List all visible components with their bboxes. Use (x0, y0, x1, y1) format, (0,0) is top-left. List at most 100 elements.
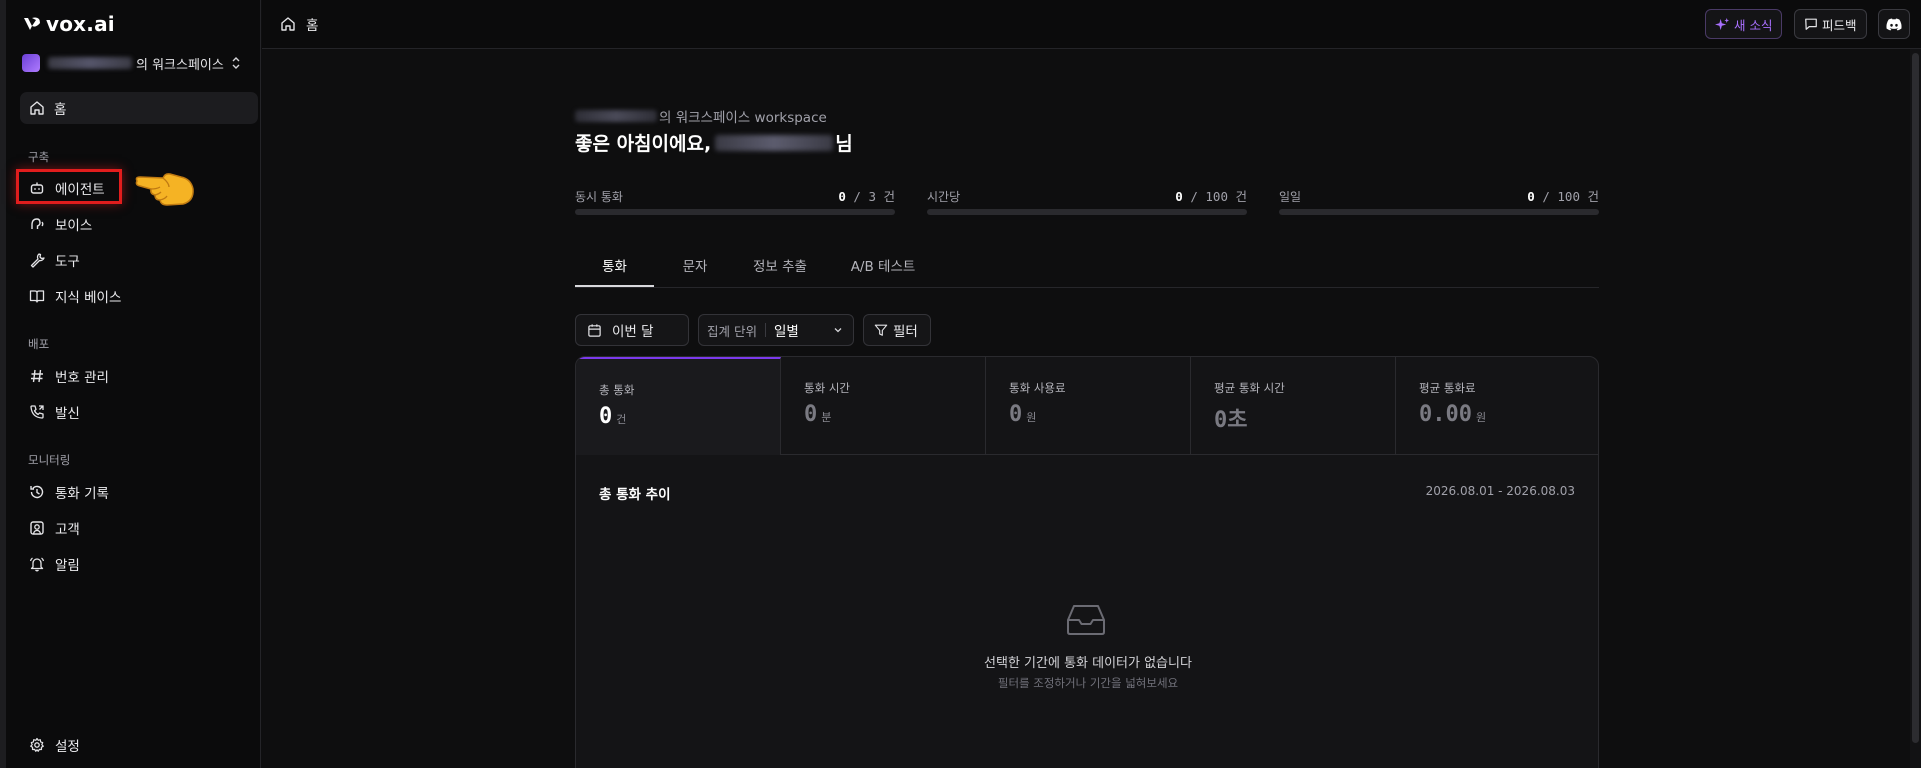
sidebar-item-voice[interactable]: 보이스 (20, 209, 258, 239)
call-metrics-card: 총 통화 0건 통화 시간 0분 통화 사용료 0원 평균 통화 시간 0초 평… (575, 356, 1599, 768)
metric-call-time[interactable]: 통화 시간 0분 (781, 357, 986, 455)
tab-extraction[interactable]: 정보 추출 (745, 255, 815, 275)
limit-daily: 일일 0 / 100 건 (1279, 186, 1599, 215)
limit-label: 동시 통화 (575, 190, 623, 204)
sidebar: vox.ai 의 워크스페이스 홈 구축 에이전트 보이스 도구 지식 베이스 … (6, 0, 261, 768)
logo[interactable]: vox.ai (22, 12, 115, 36)
metric-avg-call-fee[interactable]: 평균 통화료 0.00 원 (1396, 357, 1598, 455)
filter-icon (874, 324, 888, 336)
workspace-switcher[interactable]: 의 워크스페이스 (16, 50, 248, 76)
sidebar-item-label: 에이전트 (55, 182, 105, 198)
filter-button[interactable]: 필터 (863, 314, 931, 346)
workspace-suffix: 의 워크스페이스 (136, 57, 224, 73)
trend-date-range: 2026.08.01 - 2026.08.03 (1425, 484, 1575, 498)
breadcrumb-home[interactable]: 홈 (306, 14, 318, 34)
sidebar-item-label: 발신 (55, 406, 80, 422)
bell-icon (29, 557, 45, 572)
sidebar-item-label: 번호 관리 (55, 370, 109, 386)
sidebar-item-label: 알림 (55, 558, 80, 574)
voice-icon (31, 218, 44, 229)
home-icon (30, 101, 44, 115)
top-bar: 홈 새 소식 피드백 (262, 0, 1921, 49)
section-title-monitoring: 모니터링 (28, 453, 71, 467)
pointing-hand-icon (135, 173, 194, 206)
divider (764, 323, 766, 337)
limit-value: 0 / 100 건 (1175, 189, 1247, 204)
sidebar-item-alerts[interactable]: 알림 (20, 549, 258, 579)
usage-limits: 동시 통화 0 / 3 건 시간당 0 / 100 건 일일 0 / 100 건 (575, 186, 1599, 216)
user-name-redacted (715, 134, 834, 151)
news-button-label: 새 소식 (1734, 17, 1773, 33)
metric-value: 0분 (804, 402, 832, 427)
metrics-row: 총 통화 0건 통화 시간 0분 통화 사용료 0원 평균 통화 시간 0초 평… (576, 357, 1598, 455)
limit-value: 0 / 3 건 (838, 189, 895, 204)
workspace-caption: 의 워크스페이스 workspace (659, 110, 827, 126)
sidebar-item-label: 통화 기록 (55, 486, 109, 502)
aggregation-label: 집계 단위 (707, 323, 757, 339)
sidebar-item-numbers[interactable]: 번호 관리 (20, 361, 258, 391)
sidebar-item-label: 고객 (55, 522, 80, 538)
metric-label: 평균 통화료 (1419, 381, 1476, 395)
scrollbar-thumb[interactable] (1912, 53, 1919, 743)
metric-avg-call-time[interactable]: 평균 통화 시간 0초 (1191, 357, 1396, 455)
home-icon (281, 17, 295, 31)
tab-ab-test[interactable]: A/B 테스트 (843, 255, 923, 275)
limit-progress-bar (1279, 209, 1599, 215)
book-icon (29, 290, 45, 303)
section-title-deploy: 배포 (28, 337, 50, 351)
sidebar-item-call-history[interactable]: 통화 기록 (20, 477, 258, 507)
workspace-name-redacted (575, 110, 657, 122)
sidebar-item-label: 도구 (55, 254, 80, 270)
sidebar-item-knowledge-base[interactable]: 지식 베이스 (20, 281, 258, 311)
calendar-icon (588, 323, 601, 337)
metric-value: 0건 (599, 404, 627, 429)
metric-label: 통화 사용료 (1009, 381, 1066, 395)
page-title: 좋은 아침이에요, 님 (575, 129, 853, 156)
metric-label: 통화 시간 (804, 381, 850, 395)
metric-label: 평균 통화 시간 (1214, 381, 1285, 395)
section-title-build: 구축 (28, 150, 50, 164)
metric-call-fee[interactable]: 통화 사용료 0원 (986, 357, 1191, 455)
logo-text: vox.ai (46, 12, 115, 36)
sidebar-item-customers[interactable]: 고객 (20, 513, 258, 543)
message-square-icon (1805, 18, 1817, 30)
sidebar-item-label: 지식 베이스 (55, 290, 122, 306)
sidebar-item-label: 홈 (54, 102, 67, 118)
sidebar-item-settings[interactable]: 설정 (20, 730, 258, 760)
sidebar-item-label: 설정 (55, 739, 80, 755)
breadcrumb: 홈 (280, 14, 318, 34)
hash-icon (31, 369, 43, 383)
filter-label: 필터 (893, 324, 918, 340)
metric-total-calls[interactable]: 총 통화 0건 (576, 357, 781, 455)
feedback-button[interactable]: 피드백 (1794, 9, 1867, 39)
limit-progress-bar (927, 209, 1247, 215)
sidebar-item-label: 보이스 (55, 218, 93, 234)
inbox-icon (1067, 605, 1105, 635)
limit-concurrent: 동시 통화 0 / 3 건 (575, 186, 895, 215)
limit-progress-bar (575, 209, 895, 215)
aggregation-select[interactable]: 집계 단위 일별 (698, 314, 854, 346)
tab-messages[interactable]: 문자 (665, 255, 725, 275)
phone-outgoing-icon (30, 405, 44, 419)
news-button[interactable]: 새 소식 (1705, 9, 1783, 39)
limit-value: 0 / 100 건 (1527, 189, 1599, 204)
workspace-name-redacted (48, 57, 132, 69)
sidebar-item-outbound[interactable]: 발신 (20, 397, 258, 427)
discord-button[interactable] (1878, 9, 1910, 39)
active-tab-indicator (575, 285, 654, 287)
scrollbar[interactable] (1910, 49, 1921, 768)
tab-bar: 통화 문자 정보 추출 A/B 테스트 (575, 245, 1599, 288)
sparkles-icon (1715, 17, 1730, 30)
sidebar-item-tools[interactable]: 도구 (20, 245, 258, 275)
wrench-icon (30, 253, 45, 268)
gear-icon (30, 737, 44, 752)
metric-value: 0.00 원 (1419, 402, 1487, 427)
metric-value: 0초 (1214, 408, 1248, 433)
empty-state-title: 선택한 기간에 통화 데이터가 없습니다 (984, 656, 1192, 671)
contact-icon (30, 521, 44, 535)
date-range-button[interactable]: 이번 달 (575, 314, 689, 346)
limit-label: 시간당 (927, 190, 961, 204)
sidebar-item-home[interactable]: 홈 (20, 92, 258, 124)
tab-calls[interactable]: 통화 (575, 255, 654, 275)
limit-hourly: 시간당 0 / 100 건 (927, 186, 1247, 215)
